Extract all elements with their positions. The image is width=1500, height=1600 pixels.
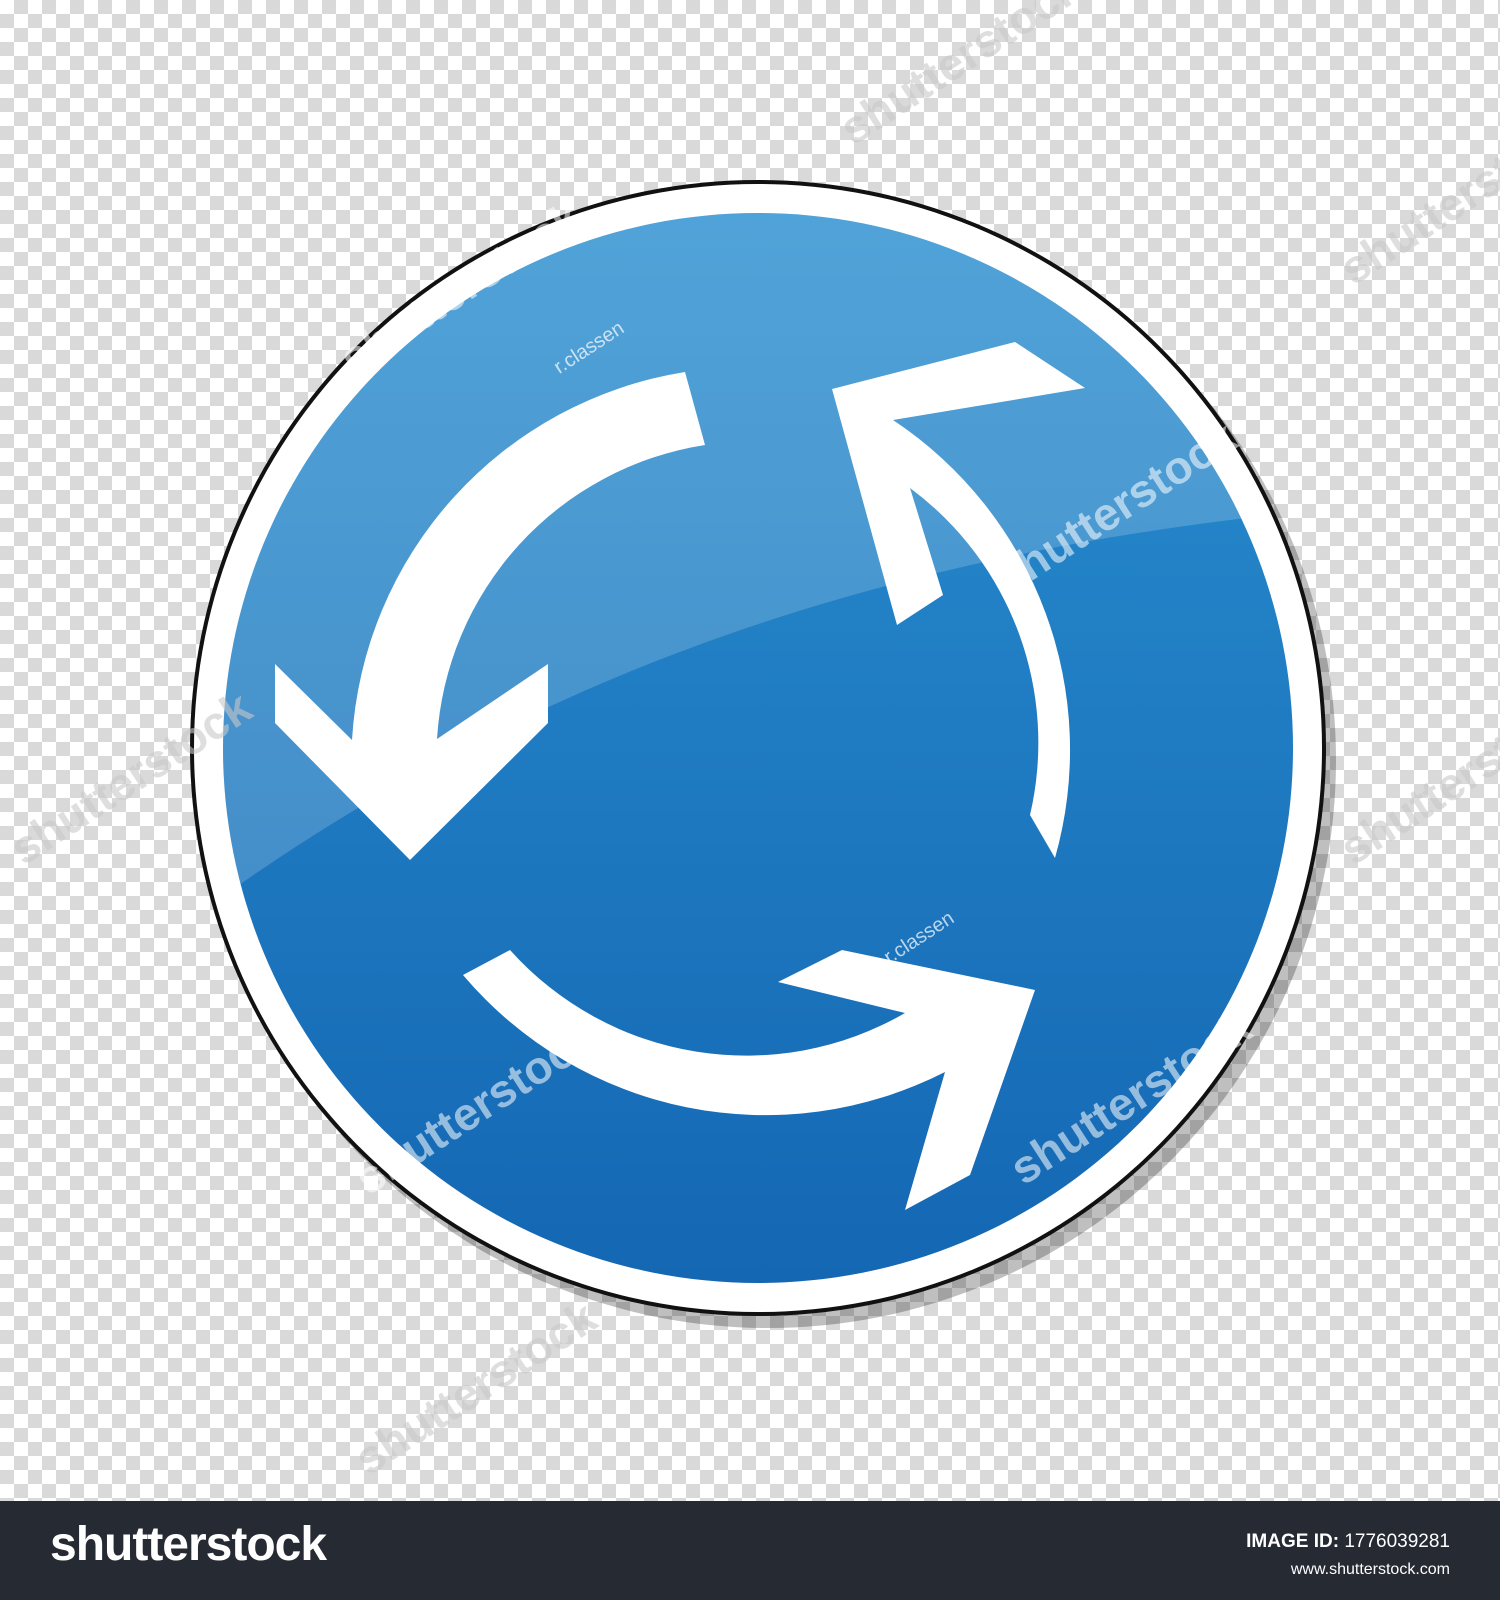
image-id-label: IMAGE ID:: [1246, 1531, 1340, 1552]
image-id: IMAGE ID: 1776039281: [1246, 1531, 1450, 1553]
shutterstock-logo: shutterstock: [50, 1518, 327, 1571]
site-url: www.shutterstock.com: [1290, 1561, 1450, 1578]
roundabout-sign: [190, 180, 1336, 1328]
footer-bar: shutterstock IMAGE ID: 1776039281 www.sh…: [0, 1501, 1500, 1600]
transparent-checker-background: shutterstock shutterstock shutterstock s…: [0, 0, 1500, 1501]
image-id-value: 1776039281: [1344, 1531, 1450, 1552]
